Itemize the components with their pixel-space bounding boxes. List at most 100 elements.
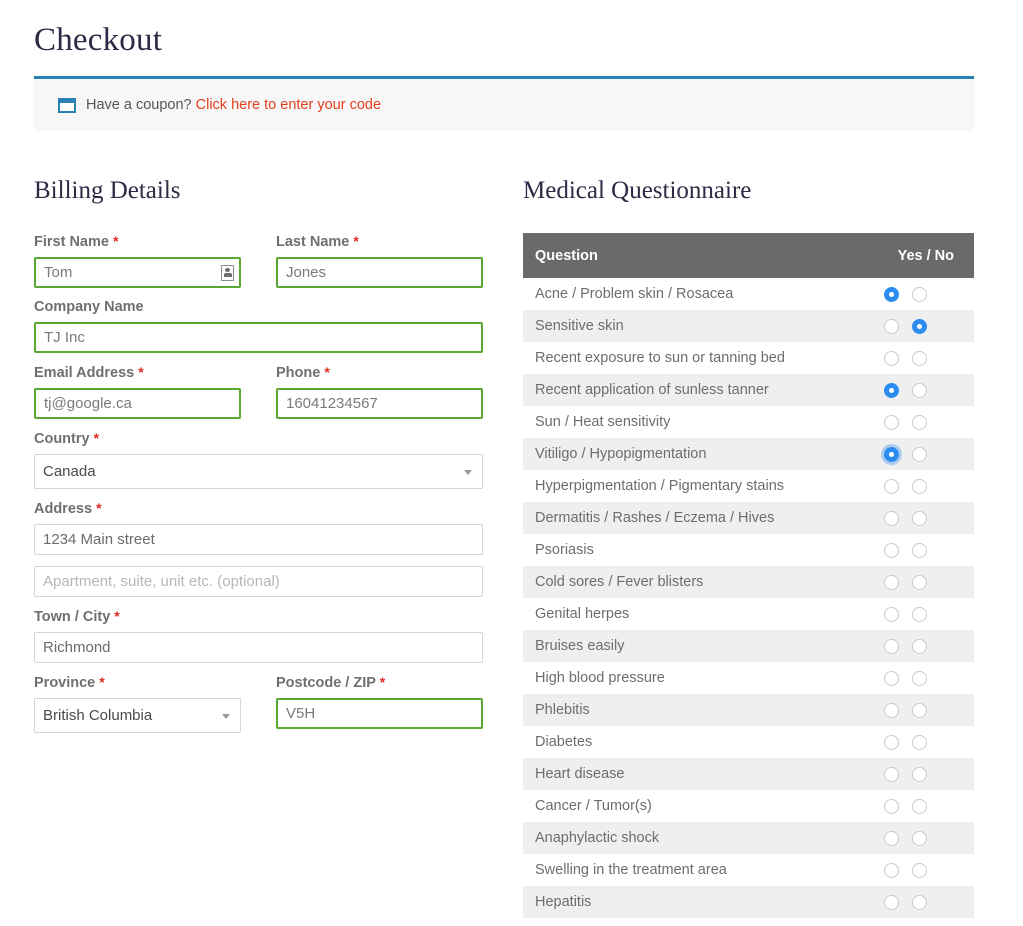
- radio-no[interactable]: [912, 798, 927, 814]
- address-line-2-input[interactable]: [34, 566, 483, 597]
- radio-no[interactable]: [912, 606, 927, 622]
- company-name-input[interactable]: [34, 322, 483, 353]
- question-label: Diabetes: [535, 734, 593, 750]
- field-address-line-1: Address *: [34, 500, 483, 555]
- last-name-input[interactable]: [276, 257, 483, 288]
- question-label: Anaphylactic shock: [535, 830, 660, 846]
- radio-yes[interactable]: [884, 798, 899, 814]
- answer-cell: [824, 310, 974, 342]
- radio-no[interactable]: [912, 638, 927, 654]
- answer-cell: [824, 854, 974, 886]
- radio-yes[interactable]: [884, 286, 899, 302]
- radio-no[interactable]: [912, 670, 927, 686]
- first-name-input[interactable]: [34, 257, 241, 288]
- radio-yes[interactable]: [884, 766, 899, 782]
- field-address-line-2: [34, 566, 483, 597]
- first-name-label: First Name *: [34, 233, 119, 250]
- field-phone: Phone *: [276, 364, 483, 419]
- field-province: Province * British Columbia: [34, 674, 241, 733]
- country-select-value: Canada: [43, 463, 96, 480]
- table-row: Cancer / Tumor(s): [523, 790, 974, 822]
- radio-no[interactable]: [912, 350, 927, 366]
- address-line-1-input[interactable]: [34, 524, 483, 555]
- radio-no[interactable]: [912, 286, 927, 302]
- radio-no[interactable]: [912, 478, 927, 494]
- table-row: Swelling in the treatment area: [523, 854, 974, 886]
- phone-input[interactable]: [276, 388, 483, 419]
- table-row: Diabetes: [523, 726, 974, 758]
- radio-yes[interactable]: [884, 862, 899, 878]
- radio-yes[interactable]: [884, 478, 899, 494]
- radio-no[interactable]: [912, 830, 927, 846]
- question-label: Recent application of sunless tanner: [535, 382, 769, 398]
- radio-no[interactable]: [912, 766, 927, 782]
- table-row: Bruises easily: [523, 630, 974, 662]
- radio-yes[interactable]: [884, 510, 899, 526]
- radio-yes[interactable]: [884, 606, 899, 622]
- question-label: High blood pressure: [535, 670, 665, 686]
- radio-no[interactable]: [912, 862, 927, 878]
- radio-yes[interactable]: [884, 670, 899, 686]
- radio-yes[interactable]: [884, 382, 899, 398]
- last-name-label: Last Name *: [276, 233, 359, 250]
- answer-cell: [824, 726, 974, 758]
- answer-cell: [824, 502, 974, 534]
- radio-yes[interactable]: [884, 446, 899, 462]
- question-label: Phlebitis: [535, 702, 590, 718]
- answer-cell: [824, 470, 974, 502]
- answer-cell: [824, 886, 974, 918]
- radio-no[interactable]: [912, 574, 927, 590]
- question-label: Swelling in the treatment area: [535, 862, 727, 878]
- radio-no[interactable]: [912, 382, 927, 398]
- radio-yes[interactable]: [884, 894, 899, 910]
- email-address-input[interactable]: [34, 388, 241, 419]
- field-postcode-zip: Postcode / ZIP *: [276, 674, 483, 733]
- table-row: Dermatitis / Rashes / Eczema / Hives: [523, 502, 974, 534]
- coupon-link[interactable]: Click here to enter your code: [196, 97, 381, 113]
- town-city-label: Town / City *: [34, 608, 120, 625]
- table-row: Heart disease: [523, 758, 974, 790]
- question-label: Hepatitis: [535, 894, 592, 910]
- coupon-notice: Have a coupon? Click here to enter your …: [34, 76, 974, 131]
- radio-yes[interactable]: [884, 702, 899, 718]
- answer-cell: [824, 694, 974, 726]
- answer-cell: [824, 662, 974, 694]
- town-city-input[interactable]: [34, 632, 483, 663]
- radio-yes[interactable]: [884, 350, 899, 366]
- radio-no[interactable]: [912, 446, 927, 462]
- radio-yes[interactable]: [884, 318, 899, 334]
- table-row: Recent application of sunless tanner: [523, 374, 974, 406]
- postcode-zip-input[interactable]: [276, 698, 483, 729]
- question-label: Cold sores / Fever blisters: [535, 574, 704, 590]
- table-row: High blood pressure: [523, 662, 974, 694]
- radio-no[interactable]: [912, 702, 927, 718]
- table-body: Acne / Problem skin / Rosacea Sensitive s…: [523, 278, 974, 918]
- radio-no[interactable]: [912, 542, 927, 558]
- table-header-row: Question Yes / No: [523, 233, 974, 278]
- radio-no[interactable]: [912, 414, 927, 430]
- answer-cell: [824, 534, 974, 566]
- coupon-text: Have a coupon? Click here to enter your …: [86, 97, 381, 113]
- question-label: Dermatitis / Rashes / Eczema / Hives: [535, 510, 775, 526]
- question-label: Vitiligo / Hypopigmentation: [535, 446, 707, 462]
- radio-no[interactable]: [912, 510, 927, 526]
- field-company-name: Company Name: [34, 299, 483, 353]
- radio-yes[interactable]: [884, 414, 899, 430]
- radio-yes[interactable]: [884, 542, 899, 558]
- column-header-question: Question: [523, 233, 824, 278]
- country-select[interactable]: Canada: [34, 454, 483, 489]
- radio-yes[interactable]: [884, 734, 899, 750]
- radio-no[interactable]: [912, 734, 927, 750]
- question-label: Hyperpigmentation / Pigmentary stains: [535, 478, 785, 494]
- radio-no[interactable]: [912, 318, 927, 334]
- province-select[interactable]: British Columbia: [34, 698, 241, 733]
- radio-yes[interactable]: [884, 574, 899, 590]
- email-address-label: Email Address *: [34, 364, 144, 381]
- table-row: Hepatitis: [523, 886, 974, 918]
- radio-yes[interactable]: [884, 638, 899, 654]
- autofill-contact-icon[interactable]: [221, 264, 234, 281]
- radio-yes[interactable]: [884, 830, 899, 846]
- question-label: Heart disease: [535, 766, 625, 782]
- required-asterisk: *: [112, 233, 119, 249]
- radio-no[interactable]: [912, 894, 927, 910]
